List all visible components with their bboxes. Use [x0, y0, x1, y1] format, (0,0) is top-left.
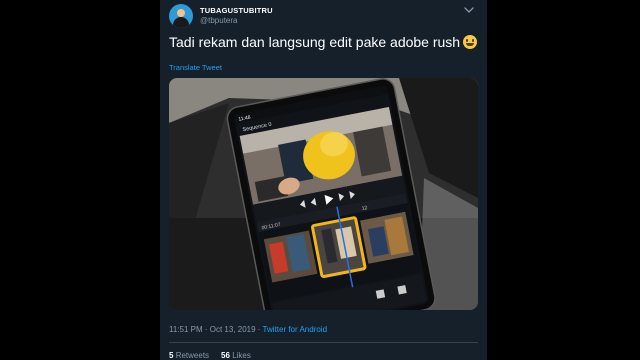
divider	[169, 342, 478, 343]
likes-count[interactable]: 56	[221, 351, 230, 360]
tweet-time[interactable]: 11:51 PM	[169, 325, 203, 334]
tweet-date[interactable]: Oct 13, 2019	[210, 325, 256, 334]
likes-label[interactable]: Likes	[232, 351, 251, 360]
engagement-counts: 5 Retweets 56 Likes	[169, 351, 251, 360]
screen: TUBAGUSTUBITRU @tbputera Tadi rekam dan …	[0, 0, 640, 360]
avatar-body	[173, 17, 189, 28]
retweets-label[interactable]: Retweets	[176, 351, 209, 360]
avatar[interactable]	[169, 4, 193, 28]
tweet-source-link[interactable]: Twitter for Android	[263, 325, 327, 334]
chevron-down-icon[interactable]	[464, 6, 474, 14]
tweet-card: TUBAGUSTUBITRU @tbputera Tadi rekam dan …	[160, 0, 487, 360]
tweet-meta: 11:51 PM · Oct 13, 2019 · Twitter for An…	[169, 325, 327, 334]
tweet-text: Tadi rekam dan langsung edit pake adobe …	[169, 34, 478, 50]
grinning-face-emoji	[463, 35, 478, 49]
retweets-count[interactable]: 5	[169, 351, 173, 360]
display-name[interactable]: TUBAGUSTUBITRU	[200, 6, 273, 15]
tweet-text-body: Tadi rekam dan langsung edit pake adobe …	[169, 34, 461, 50]
meta-separator-2: ·	[255, 325, 263, 334]
avatar-head	[177, 9, 185, 17]
meta-separator: ·	[202, 325, 210, 334]
tweet-photo: 11:46 Sequence 0 00:11:07 12	[169, 78, 478, 310]
tweet-media[interactable]: 11:46 Sequence 0 00:11:07 12	[169, 78, 478, 310]
user-handle[interactable]: @tbputera	[200, 16, 237, 25]
translate-tweet-link[interactable]: Translate Tweet	[169, 63, 222, 72]
